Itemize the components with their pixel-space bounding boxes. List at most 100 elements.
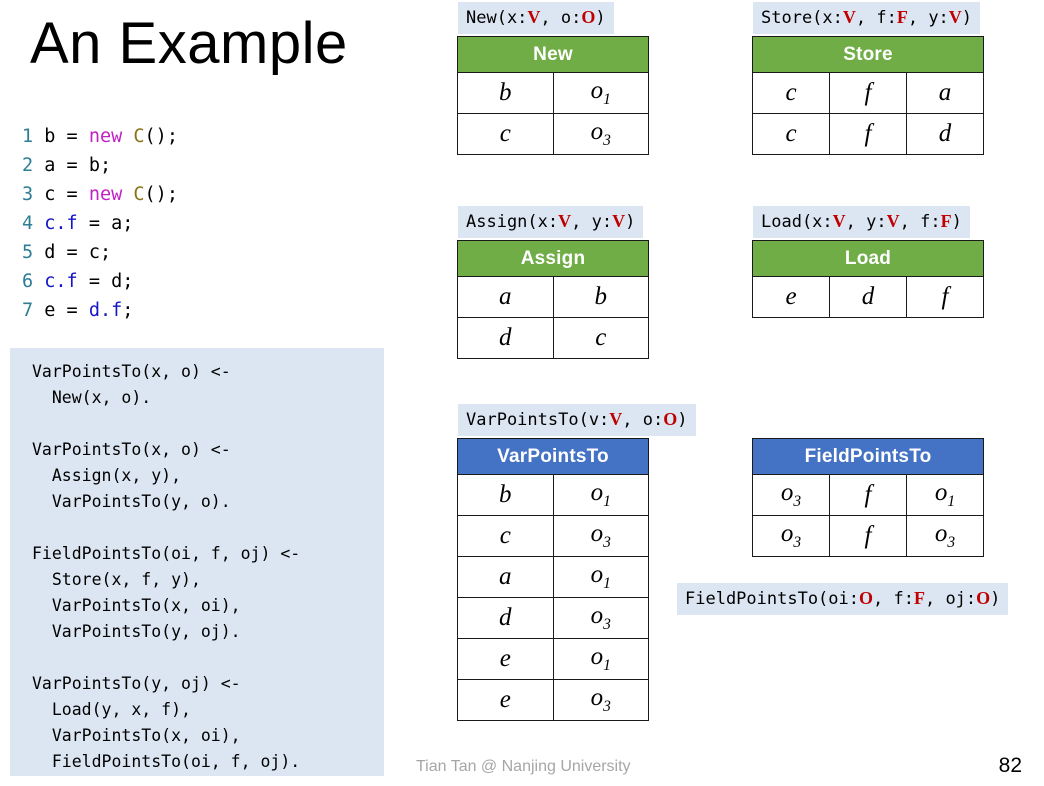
datalog-rules-panel: VarPointsTo(x, o) <- New(x, o). VarPoint… xyxy=(10,348,384,776)
table-cell: e xyxy=(457,679,554,721)
code-token: = a; xyxy=(77,213,134,234)
table-cell: b xyxy=(457,72,554,114)
signature-text: ) xyxy=(961,8,973,28)
signature-type: V xyxy=(612,211,626,231)
signature-type: V xyxy=(558,211,572,231)
table-load: Load e d f xyxy=(752,240,984,318)
table-cell: f xyxy=(829,515,907,557)
code-token: a = b; xyxy=(33,155,112,176)
table-cell: d xyxy=(457,597,554,639)
signature-type: O xyxy=(859,588,874,608)
table-cell: o3 xyxy=(552,597,649,639)
signature-type: O xyxy=(581,7,596,27)
signature-text: New(x: xyxy=(466,8,528,28)
signature-text: ) xyxy=(951,212,962,232)
table-title: Assign xyxy=(457,240,649,277)
signature-text: ) xyxy=(990,589,1001,609)
code-line-number: 5 xyxy=(22,242,34,263)
table-cell: f xyxy=(829,113,907,155)
table-header-row: FieldPointsTo xyxy=(752,438,984,475)
signature-text: , f: xyxy=(855,8,897,28)
signature-varpointsto: VarPointsTo(v:V, o:O) xyxy=(458,404,696,436)
table-title: Store xyxy=(752,36,984,73)
table-cell: a xyxy=(457,276,554,318)
table-cell: d xyxy=(829,276,907,318)
code-line: 6 c.f = d; xyxy=(22,267,178,296)
table-cell: a xyxy=(906,72,984,114)
signature-store: Store(x:V, f:F, y:V) xyxy=(753,2,981,34)
code-token: new xyxy=(88,126,123,147)
code-token: c = xyxy=(33,184,89,205)
code-line-number: 2 xyxy=(22,155,34,176)
code-token: b = xyxy=(33,126,89,147)
table-cell: o3 xyxy=(552,113,649,155)
table-cell: o3 xyxy=(552,679,649,721)
table-cell: o3 xyxy=(906,515,984,557)
signature-type: V xyxy=(832,211,846,231)
table-cell: c xyxy=(752,113,830,155)
code-token: (); xyxy=(144,126,178,147)
slide-number: 82 xyxy=(998,754,1022,777)
code-line-number: 4 xyxy=(22,213,34,234)
code-listing: 1 b = new C(); 2 a = b; 3 c = new C(); 4 c.… xyxy=(22,122,178,325)
signature-type: V xyxy=(948,7,962,27)
signature-text: , y: xyxy=(571,212,613,232)
signature-text: Load(x: xyxy=(761,212,833,232)
table-title: New xyxy=(457,36,649,73)
code-token: new xyxy=(88,184,123,205)
signature-load: Load(x:V, y:V, f:F) xyxy=(753,206,970,238)
table-row: ab xyxy=(457,276,649,318)
table-cell: o3 xyxy=(552,515,649,557)
table-row: o3 f o3 xyxy=(752,515,984,557)
table-cell: o3 xyxy=(752,474,830,516)
page-title: An Example xyxy=(30,11,348,76)
table-store: Store c f a c f d xyxy=(752,36,984,155)
signature-fieldpointsto: FieldPointsTo(oi:O, f:F, oj:O) xyxy=(677,583,1009,615)
code-line-number: 7 xyxy=(22,300,34,321)
signature-type: F xyxy=(913,588,925,608)
code-token: d.f xyxy=(88,300,123,321)
table-cell: f xyxy=(829,72,907,114)
table-header-row: Store xyxy=(752,36,984,73)
signature-assign: Assign(x:V, y:V) xyxy=(458,206,644,238)
table-header-row: VarPointsTo xyxy=(457,438,649,475)
code-line: 3 c = new C(); xyxy=(22,180,178,209)
table-cell: o1 xyxy=(552,72,649,114)
code-token: c.f xyxy=(44,271,78,292)
signature-text: ) xyxy=(595,8,606,28)
table-row: edf xyxy=(752,276,984,318)
signature-text: VarPointsTo(v: xyxy=(466,410,610,430)
table-row: b o1 xyxy=(457,72,649,114)
code-line: 2 a = b; xyxy=(22,151,178,180)
table-cell: d xyxy=(906,113,984,155)
signature-text: , oj: xyxy=(924,589,977,609)
table-cell: e xyxy=(752,276,830,318)
signature-type: V xyxy=(842,7,856,27)
table-assign: Assign a b d c xyxy=(457,240,649,359)
code-token: c.f xyxy=(44,213,78,234)
table-cell: o1 xyxy=(906,474,984,516)
signature-text: ) xyxy=(625,212,636,232)
code-token: ; xyxy=(122,300,134,321)
table-new: New b o1 c o3 xyxy=(457,36,649,155)
table-cell: c xyxy=(752,72,830,114)
signature-new: New(x:V, o:O) xyxy=(458,2,614,34)
table-cell: f xyxy=(829,474,907,516)
signature-text: , y: xyxy=(907,8,949,28)
code-line: 1 b = new C(); xyxy=(22,122,178,151)
signature-type: V xyxy=(609,409,623,429)
code-line: 7 e = d.f; xyxy=(22,296,178,325)
signature-type: O xyxy=(976,588,991,608)
table-cell: o3 xyxy=(752,515,830,557)
signature-text: FieldPointsTo(oi: xyxy=(685,589,859,609)
table-row: dc xyxy=(457,317,649,359)
table-header-row: Load xyxy=(752,240,984,277)
footer-credit: Tian Tan @ Nanjing University xyxy=(416,758,631,775)
table-header-row: Assign xyxy=(457,240,649,277)
code-line-number: 3 xyxy=(22,184,34,205)
signature-text: , y: xyxy=(845,212,887,232)
code-token: d = c; xyxy=(33,242,112,263)
